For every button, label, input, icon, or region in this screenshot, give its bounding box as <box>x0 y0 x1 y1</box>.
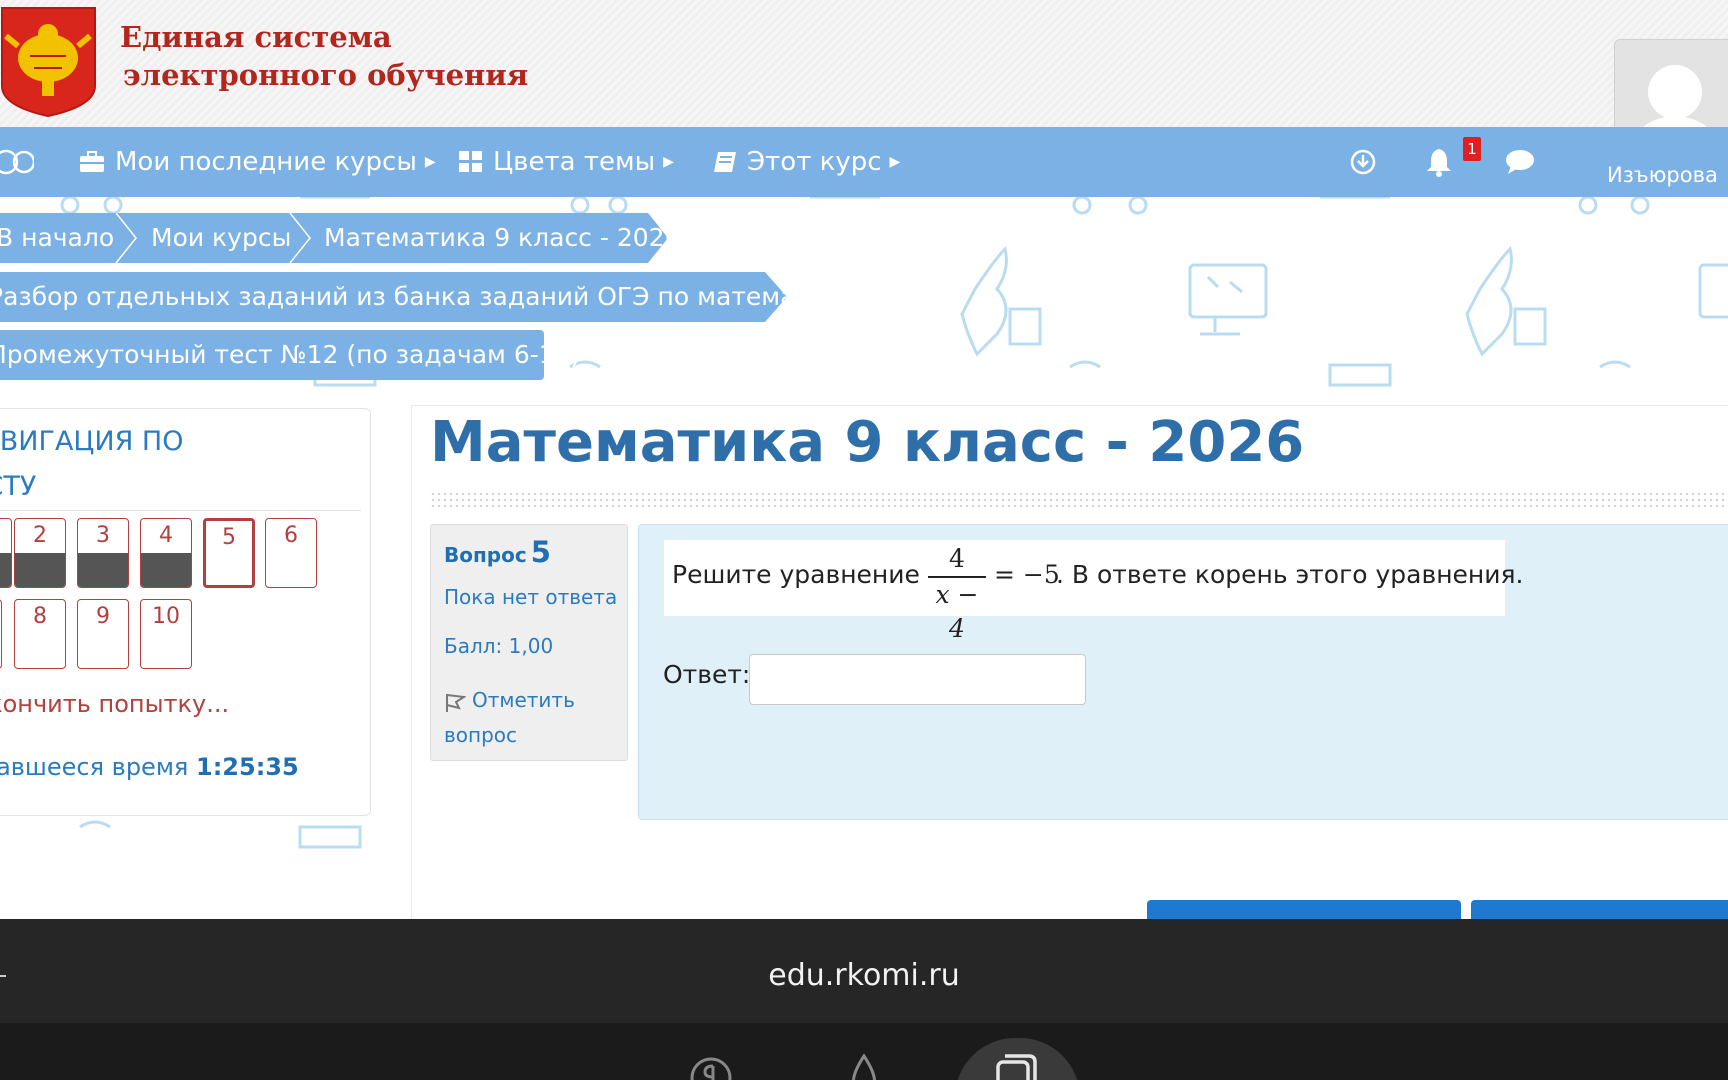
nav-this-course[interactable]: Этот курс ▶ <box>713 127 900 197</box>
answer-input[interactable] <box>749 654 1086 705</box>
flag-question-link[interactable]: Отметить вопрос <box>444 683 624 753</box>
site-title-line1: Единая система <box>120 20 392 54</box>
quiz-nav-button-9[interactable]: 9 <box>77 599 129 669</box>
breadcrumb-course[interactable]: Математика 9 класс - 2026 <box>324 213 668 263</box>
grid-icon <box>459 151 483 173</box>
time-left-value: 1:25:35 <box>196 753 299 781</box>
breadcrumb-home[interactable]: В начало <box>0 213 114 263</box>
breadcrumb-separator-icon <box>289 213 311 263</box>
download-button[interactable] <box>1350 127 1376 197</box>
question-info-panel: Вопрос 5 Пока нет ответа Балл: 1,00 Отмет… <box>430 524 628 761</box>
nav-collapse-toggle[interactable] <box>0 127 34 197</box>
book-icon <box>713 151 737 173</box>
quiz-nav-button-label: 2 <box>33 523 47 548</box>
breadcrumb-section[interactable]: Разбор отдельных заданий из банка задани… <box>0 272 787 322</box>
quiz-nav-button-6[interactable]: 6 <box>265 518 317 588</box>
question-number: Вопрос 5 <box>444 535 551 569</box>
caret-right-icon: ▶ <box>663 154 674 170</box>
collapse-icon <box>0 149 34 175</box>
quiz-nav-button-label: 3 <box>96 523 110 548</box>
messages-button[interactable] <box>1505 127 1535 197</box>
user-name: Изъюрова <box>1607 163 1718 187</box>
quiz-nav-button-8[interactable]: 8 <box>14 599 66 669</box>
question-text-suffix: . В ответе корень этого уравнения. <box>1056 560 1524 589</box>
question-text-prefix: Решите уравнение <box>672 560 920 589</box>
breadcrumb-quiz[interactable]: Промежуточный тест №12 (по задачам 6-14) <box>0 330 580 380</box>
quiz-nav-button-label: 8 <box>33 604 47 629</box>
quiz-nav-button-1[interactable] <box>0 518 12 588</box>
quiz-nav-button-10[interactable]: 10 <box>140 599 192 669</box>
time-left: Оставшееся время 1:25:35 <box>0 753 299 781</box>
question-number-value: 5 <box>530 535 551 569</box>
quiz-nav-button-7[interactable] <box>0 599 2 669</box>
fraction-denominator: x − 4 <box>935 580 979 643</box>
site-title[interactable]: Единая система электронного обучения <box>120 18 528 94</box>
download-icon <box>1350 149 1376 175</box>
breadcrumb-quiz-label: Промежуточный тест №12 (по задачам 6-14) <box>0 340 581 369</box>
breadcrumb-section-label: Разбор отдельных заданий из банка задани… <box>0 282 857 311</box>
nav-my-courses-label: Мои последние курсы <box>115 147 417 177</box>
caret-right-icon: ▶ <box>424 154 436 170</box>
divider <box>0 510 361 511</box>
yandex-icon[interactable] <box>688 1052 734 1080</box>
nav-theme-colors-label: Цвета темы <box>493 147 656 177</box>
notification-count-badge: 1 <box>1463 137 1481 161</box>
question-state: Пока нет ответа <box>444 585 618 609</box>
flag-icon <box>446 693 467 712</box>
site-title-line2: электронного обучения <box>123 58 529 92</box>
breadcrumb-my-courses[interactable]: Мои курсы <box>151 213 291 263</box>
quiz-navigation-title: НАВИГАЦИЯ ПО ТЕСТУ <box>0 419 361 509</box>
notifications-button[interactable] <box>1425 127 1453 197</box>
caret-right-icon: ▶ <box>889 154 901 170</box>
quiz-nav-button-label: 5 <box>222 525 236 550</box>
equation-fraction: 4 x − 4 <box>926 542 988 643</box>
quiz-nav-button-label: 9 <box>96 604 110 629</box>
tabs-icon <box>996 1054 1037 1080</box>
quiz-navigation-title-line1: НАВИГАЦИЯ ПО <box>0 426 184 457</box>
coat-of-arms-icon[interactable] <box>0 6 97 118</box>
nav-theme-colors[interactable]: Цвета темы ▶ <box>459 127 674 197</box>
quiz-nav-button-4[interactable]: 4 <box>140 518 192 588</box>
page-title: Математика 9 класс - 2026 <box>430 410 1305 475</box>
quiz-navigation-title-line2: ТЕСТУ <box>0 471 37 502</box>
alice-icon[interactable] <box>841 1052 887 1080</box>
question-text-image: Решите уравнение 4 x − 4 = −5 . В ответе… <box>664 540 1524 643</box>
browser-url[interactable]: edu.rkomi.ru <box>0 958 1728 993</box>
equation-rest: = −5 <box>994 560 1060 589</box>
bell-icon <box>1427 149 1451 177</box>
time-left-label: Оставшееся время <box>0 753 189 781</box>
quiz-nav-button-5-current[interactable]: 5 <box>203 518 255 588</box>
dotted-divider <box>430 491 1728 509</box>
quiz-nav-button-label: 6 <box>284 523 298 548</box>
fraction-numerator: 4 <box>949 544 965 573</box>
question-grade: Балл: 1,00 <box>444 634 554 658</box>
question-label: Вопрос <box>444 543 527 567</box>
answer-label: Ответ: <box>663 660 751 689</box>
briefcase-icon <box>79 151 105 173</box>
quiz-nav-button-2[interactable]: 2 <box>14 518 66 588</box>
chat-bubble-icon <box>1506 150 1534 174</box>
user-menu[interactable]: Изъюрова ▶ <box>1607 163 1728 187</box>
finish-attempt-link[interactable]: Закончить попытку... <box>0 690 229 718</box>
quiz-nav-button-label: 4 <box>159 523 173 548</box>
nav-my-courses[interactable]: Мои последние курсы ▶ <box>79 127 436 197</box>
breadcrumb-separator-icon <box>115 213 137 263</box>
quiz-nav-button-3[interactable]: 3 <box>77 518 129 588</box>
breadcrumb: В начало Мои курсы Математика 9 класс - … <box>0 213 668 263</box>
quiz-nav-button-label: 10 <box>152 604 180 629</box>
nav-this-course-label: Этот курс <box>747 147 882 177</box>
